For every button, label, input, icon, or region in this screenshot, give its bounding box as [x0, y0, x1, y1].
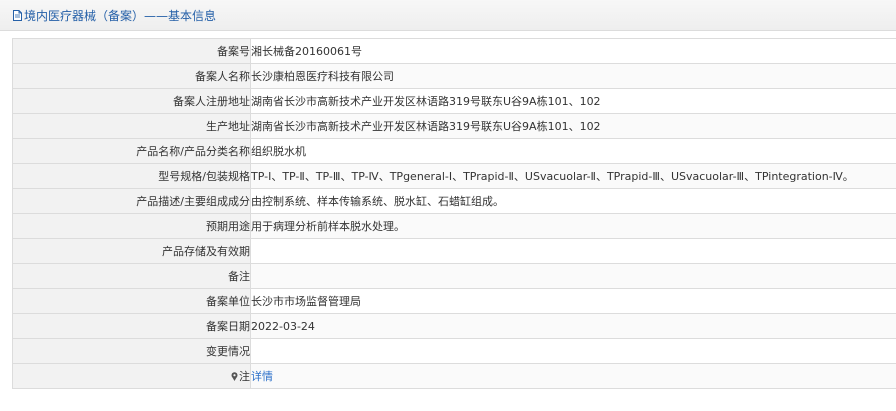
- row-label: 备案日期: [12, 313, 251, 339]
- details-link[interactable]: 详情: [252, 370, 274, 383]
- row-label: 备案号: [12, 38, 251, 64]
- table-row: 变更情况: [12, 338, 896, 364]
- row-value: 组织脱水机: [250, 138, 896, 164]
- row-value: 湖南省长沙市高新技术产业开发区林语路319号联东U谷9A栋101、102: [250, 88, 896, 114]
- row-value: 2022-03-24: [250, 313, 896, 339]
- row-value: 由控制系统、样本传输系统、脱水缸、石蜡缸组成。: [250, 188, 896, 214]
- document-icon: [13, 9, 22, 21]
- table-row: 产品名称/产品分类名称 组织脱水机: [12, 138, 896, 164]
- page-title: 境内医疗器械（备案）——基本信息: [24, 8, 217, 23]
- table-row: 备案号 湘长械备20160061号: [12, 38, 896, 64]
- row-label: 产品名称/产品分类名称: [12, 138, 251, 164]
- row-label: 型号规格/包装规格: [12, 163, 251, 189]
- row-label: 备案单位: [12, 288, 251, 314]
- row-label: 生产地址: [12, 113, 251, 139]
- table-row: 产品存储及有效期: [12, 238, 896, 264]
- row-label: 备注: [12, 263, 251, 289]
- table-row: 备案单位 长沙市市场监督管理局: [12, 288, 896, 314]
- note-row: 注 详情: [12, 363, 896, 389]
- row-label: 备案人名称: [12, 63, 251, 89]
- row-label: 预期用途: [12, 213, 251, 239]
- row-value: 用于病理分析前样本脱水处理。: [250, 213, 896, 239]
- detail-content: 备案号 湘长械备20160061号 备案人名称 长沙康柏恩医疗科技有限公司 备案人注册地…: [0, 31, 896, 389]
- page-header: 境内医疗器械（备案）——基本信息: [0, 0, 896, 31]
- row-value: [250, 338, 896, 364]
- row-value: TP-Ⅰ、TP-Ⅱ、TP-Ⅲ、TP-Ⅳ、TPgeneral-Ⅰ、TPrapid-…: [250, 163, 896, 189]
- detail-table-body: 备案号 湘长械备20160061号 备案人名称 长沙康柏恩医疗科技有限公司 备案人注册地…: [12, 38, 896, 389]
- row-value: [250, 263, 896, 289]
- table-row: 备注: [12, 263, 896, 289]
- note-value-cell: 详情: [250, 363, 896, 389]
- row-value: 长沙市市场监督管理局: [250, 288, 896, 314]
- row-value: 长沙康柏恩医疗科技有限公司: [250, 63, 896, 89]
- row-label: 备案人注册地址: [12, 88, 251, 114]
- table-row: 备案人名称 长沙康柏恩医疗科技有限公司: [12, 63, 896, 89]
- table-row: 型号规格/包装规格 TP-Ⅰ、TP-Ⅱ、TP-Ⅲ、TP-Ⅳ、TPgeneral-Ⅰ…: [12, 163, 896, 189]
- table-row: 预期用途 用于病理分析前样本脱水处理。: [12, 213, 896, 239]
- table-row: 产品描述/主要组成成分 由控制系统、样本传输系统、脱水缸、石蜡缸组成。: [12, 188, 896, 214]
- row-label: 产品描述/主要组成成分: [12, 188, 251, 214]
- detail-table: 备案号 湘长械备20160061号 备案人名称 长沙康柏恩医疗科技有限公司 备案人注册地…: [12, 38, 896, 389]
- row-value: 湘长械备20160061号: [250, 38, 896, 64]
- row-label: 产品存储及有效期: [12, 238, 251, 264]
- note-label-cell: 注: [12, 363, 251, 389]
- table-row: 备案日期 2022-03-24: [12, 313, 896, 339]
- table-row: 生产地址 湖南省长沙市高新技术产业开发区林语路319号联东U谷9A栋101、102: [12, 113, 896, 139]
- pin-icon: [231, 372, 238, 381]
- row-value: 湖南省长沙市高新技术产业开发区林语路319号联东U谷9A栋101、102: [250, 113, 896, 139]
- row-value: [250, 238, 896, 264]
- note-label: 注: [239, 370, 250, 383]
- table-row: 备案人注册地址 湖南省长沙市高新技术产业开发区林语路319号联东U谷9A栋101、…: [12, 88, 896, 114]
- row-label: 变更情况: [12, 338, 251, 364]
